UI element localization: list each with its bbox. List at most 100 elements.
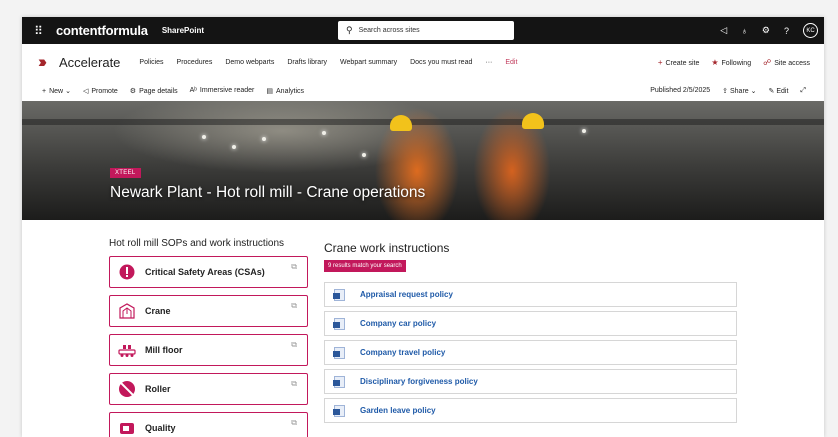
site-header: ››› Accelerate Policies Procedures Demo … (22, 44, 824, 80)
external-link-icon: ⧉ (291, 340, 297, 349)
site-name[interactable]: Accelerate (59, 55, 120, 70)
word-doc-icon (333, 317, 345, 330)
nav-demo-webparts[interactable]: Demo webparts (225, 59, 274, 66)
word-doc-icon (333, 346, 345, 359)
card-label: Roller (145, 384, 171, 394)
quality-icon (118, 419, 136, 437)
results-badge: 9 results match your search (324, 260, 406, 272)
word-doc-icon (333, 404, 345, 417)
list-item[interactable]: Disciplinary forgiveness policy (324, 369, 737, 394)
hero-lamp (362, 153, 366, 157)
megaphone-icon: ◁ (82, 87, 89, 95)
hard-hat (522, 113, 544, 129)
star-icon: ★ (711, 57, 719, 67)
roller-icon (118, 380, 136, 398)
card-label: Crane (145, 306, 171, 316)
page-title: Newark Plant - Hot roll mill - Crane ope… (110, 184, 426, 201)
card-mill-floor[interactable]: Mill floor ⧉ (109, 334, 308, 366)
sop-cards: Critical Safety Areas (CSAs) ⧉ Crane ⧉ M… (109, 256, 308, 437)
page-content: Hot roll mill SOPs and work instructions… (22, 220, 824, 437)
share-icon: ⇪ (722, 87, 729, 95)
people-icon[interactable]: ♁ (741, 26, 748, 36)
site-actions: + Create site ★ Following ☍ Site access (658, 44, 810, 80)
document-link[interactable]: Garden leave policy (360, 406, 436, 415)
list-item[interactable]: Company car policy (324, 311, 737, 336)
card-label: Quality (145, 423, 176, 433)
plus-icon: + (657, 57, 663, 67)
people-icon: ☍ (763, 57, 772, 67)
card-quality[interactable]: Quality ⧉ (109, 412, 308, 437)
card-label: Critical Safety Areas (CSAs) (145, 267, 265, 277)
external-link-icon: ⧉ (291, 301, 297, 310)
app-launcher-icon[interactable]: ⠿ (26, 24, 52, 38)
megaphone-icon[interactable]: ◁ (720, 25, 727, 36)
external-link-icon: ⧉ (291, 262, 297, 271)
site-logo-icon[interactable]: ››› (38, 52, 47, 72)
sop-section-title: Hot roll mill SOPs and work instructions (109, 238, 285, 249)
hero-lamp (232, 145, 236, 149)
hero-tag: XTEEL (110, 168, 141, 178)
published-status: Published 2/5/2025 (650, 87, 711, 94)
hero-lamp (202, 135, 206, 139)
avatar[interactable]: KC (803, 23, 818, 38)
sharepoint-window: ⠿ contentformula SharePoint ⚲ Search acr… (22, 17, 824, 437)
gear-icon: ⚙ (129, 87, 137, 95)
app-name[interactable]: SharePoint (162, 26, 204, 35)
help-icon[interactable]: ? (784, 26, 789, 36)
document-link[interactable]: Appraisal request policy (360, 290, 453, 299)
search-icon: ⚲ (346, 25, 353, 35)
chevron-down-icon: ⌄ (750, 87, 757, 95)
results-list: Appraisal request policy Company car pol… (324, 282, 737, 427)
chevron-down-icon: ⌄ (65, 87, 71, 95)
card-critical-safety-areas[interactable]: Critical Safety Areas (CSAs) ⧉ (109, 256, 308, 288)
hero-lamp (322, 131, 326, 135)
pencil-icon: ✎ (768, 87, 775, 95)
hero-beam (22, 119, 824, 125)
nav-drafts-library[interactable]: Drafts library (287, 59, 327, 66)
reader-icon: Aᵇ (189, 86, 197, 94)
nav-docs-must-read[interactable]: Docs you must read (410, 59, 472, 66)
analytics-icon: ▤ (266, 87, 274, 95)
nav-procedures[interactable]: Procedures (177, 59, 213, 66)
gear-icon[interactable]: ⚙ (762, 25, 770, 36)
document-link[interactable]: Company car policy (360, 319, 436, 328)
alert-icon (118, 263, 136, 281)
command-bar: + New ⌄ ◁ Promote ⚙ Page details Aᵇ Immersiv… (22, 80, 824, 101)
new-button[interactable]: + New ⌄ (42, 87, 71, 95)
list-item[interactable]: Appraisal request policy (324, 282, 737, 307)
card-label: Mill floor (145, 345, 183, 355)
mill-floor-icon (118, 341, 136, 359)
edit-button[interactable]: ✎ Edit (769, 87, 789, 95)
promote-button[interactable]: ◁ Promote (83, 87, 118, 95)
nav-webpart-summary[interactable]: Webpart summary (340, 59, 397, 66)
create-site-button[interactable]: + Create site (658, 58, 700, 67)
immersive-reader-button[interactable]: Aᵇ Immersive reader (190, 87, 255, 95)
site-navigation: Policies Procedures Demo webparts Drafts… (139, 59, 517, 66)
card-crane[interactable]: Crane ⧉ (109, 295, 308, 327)
word-doc-icon (333, 375, 345, 388)
document-link[interactable]: Company travel policy (360, 348, 445, 357)
nav-policies[interactable]: Policies (139, 59, 163, 66)
document-link[interactable]: Disciplinary forgiveness policy (360, 377, 478, 386)
suite-bar-icons: ◁ ♁ ⚙ ? KC (720, 17, 818, 44)
site-access-button[interactable]: ☍ Site access (763, 58, 810, 67)
list-item[interactable]: Company travel policy (324, 340, 737, 365)
suite-bar: ⠿ contentformula SharePoint ⚲ Search acr… (22, 17, 824, 44)
external-link-icon: ⧉ (291, 418, 297, 427)
following-button[interactable]: ★ Following (711, 58, 751, 67)
crane-icon (118, 302, 136, 320)
nav-more[interactable]: ··· (485, 59, 492, 66)
hero-banner: XTEEL Newark Plant - Hot roll mill - Cra… (22, 101, 824, 220)
expand-icon[interactable]: ⤢ (800, 87, 806, 95)
nav-edit[interactable]: Edit (505, 59, 517, 66)
brand-logo[interactable]: contentformula (56, 23, 148, 38)
list-item[interactable]: Garden leave policy (324, 398, 737, 423)
analytics-button[interactable]: ▤ Analytics (266, 87, 304, 95)
hard-hat (390, 115, 412, 131)
page-details-button[interactable]: ⚙ Page details (130, 87, 178, 95)
card-roller[interactable]: Roller ⧉ (109, 373, 308, 405)
plus-icon: + (42, 87, 47, 95)
share-button[interactable]: ⇪ Share ⌄ (722, 87, 756, 95)
work-instructions-title: Crane work instructions (324, 241, 450, 255)
search-box[interactable]: ⚲ Search across sites (338, 21, 514, 40)
